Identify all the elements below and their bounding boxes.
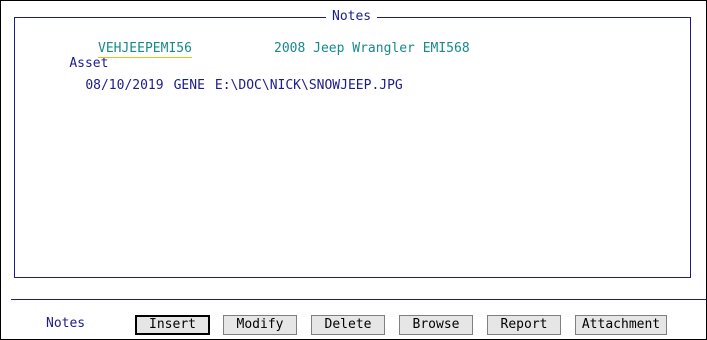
modify-button[interactable]: Modify bbox=[223, 315, 297, 335]
footer-divider bbox=[11, 299, 706, 300]
asset-id-field[interactable]: VEHJEEPEMI56 bbox=[98, 41, 192, 58]
footer-label: Notes bbox=[46, 316, 86, 331]
attachment-button[interactable]: Attachment bbox=[575, 315, 667, 335]
note-path: E:\DOC\NICK\SNOWJEEP.JPG bbox=[214, 78, 403, 93]
delete-button[interactable]: Delete bbox=[311, 315, 385, 335]
note-date: 08/10/2019 bbox=[85, 78, 164, 93]
note-user: GENE bbox=[173, 78, 205, 93]
frame-title: Notes bbox=[326, 10, 378, 24]
notes-window: Notes Asset VEHJEEPEMI56 2008 Jeep Wrang… bbox=[0, 0, 707, 340]
report-button[interactable]: Report bbox=[487, 315, 561, 335]
asset-description: 2008 Jeep Wrangler EMI568 bbox=[274, 41, 470, 56]
note-row[interactable]: 08/10/2019 GENE E:\DOC\NICK\SNOWJEEP.JPG bbox=[54, 63, 413, 108]
insert-button[interactable]: Insert bbox=[135, 315, 210, 335]
browse-button[interactable]: Browse bbox=[399, 315, 473, 335]
